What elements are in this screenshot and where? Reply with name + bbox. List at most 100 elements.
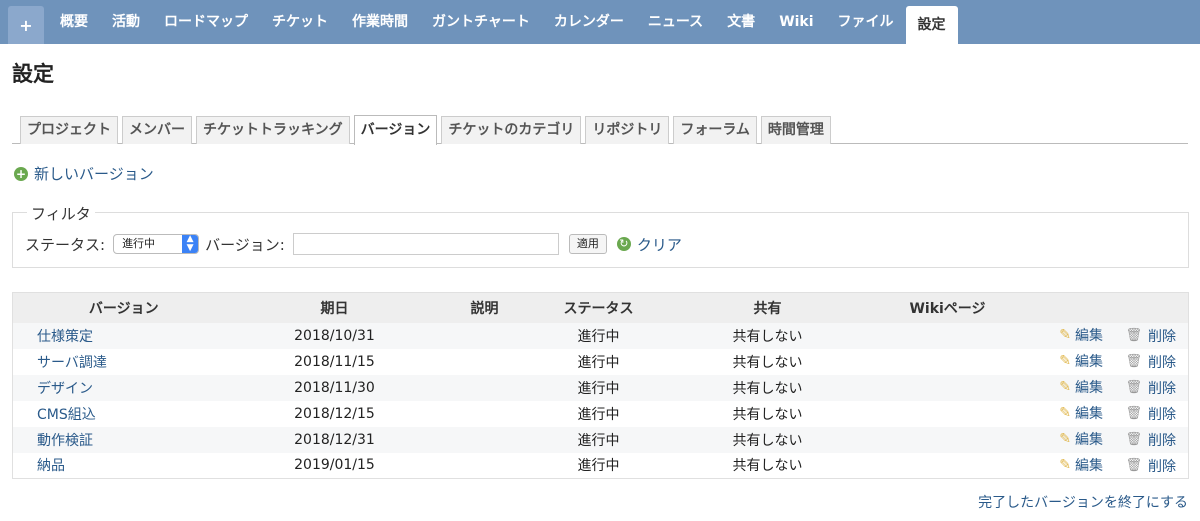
version-link[interactable]: 仕様策定 (12, 322, 235, 349)
version-link[interactable]: サーバ調達 (12, 348, 235, 375)
row-actions: ✎ 編集 🗑 削除 (1022, 400, 1189, 427)
tab-forums[interactable]: フォーラム (673, 116, 757, 144)
nav-documents[interactable]: 文書 (715, 6, 767, 38)
status-select[interactable]: 進行中 ▲ ▼ (113, 234, 200, 254)
description (434, 348, 535, 375)
tab-time-tracking[interactable]: 時間管理 (760, 116, 831, 144)
edit-label: 編集 (1075, 406, 1104, 423)
wiki-page (872, 374, 1023, 401)
version-link[interactable]: 動作検証 (12, 426, 235, 453)
table-header-row: バージョン 期日 説明 ステータス 共有 Wikiページ (12, 292, 1189, 323)
wiki-page (872, 400, 1023, 427)
nav-files[interactable]: ファイル (826, 6, 906, 38)
delete-link[interactable]: 🗑 削除 (1125, 352, 1176, 372)
close-completed-versions-link[interactable]: 完了したバージョンを終了にする (978, 492, 1188, 512)
nav-calendar[interactable]: カレンダー (542, 6, 636, 38)
col-sharing: 共有 (662, 292, 873, 323)
tab-issue-categories[interactable]: チケットのカテゴリ (441, 116, 582, 144)
nav-settings[interactable]: 設定 (905, 6, 958, 44)
col-version: バージョン (12, 292, 235, 323)
trash-icon: 🗑 (1125, 354, 1142, 370)
settings-tabs: プロジェクト メンバー チケットトラッキング バージョン チケットのカテゴリ リ… (12, 114, 1188, 145)
edit-link[interactable]: ✎ 編集 (1059, 377, 1103, 397)
tab-repositories[interactable]: リポジトリ (585, 116, 670, 144)
sharing: 共有しない (662, 322, 873, 349)
nav-wiki[interactable]: Wiki (767, 6, 825, 38)
table-row: デザイン 2018/11/30 進行中 共有しない ✎ 編集 🗑 削除 (12, 374, 1189, 401)
versions-table: バージョン 期日 説明 ステータス 共有 Wikiページ 仕様策定 2018/1… (12, 292, 1189, 479)
clear-label: クリア (636, 235, 682, 254)
top-nav: + 概要 活動 ロードマップ チケット 作業時間 ガントチャート カレンダー ニ… (0, 0, 1200, 44)
new-object-button[interactable]: + (8, 6, 44, 44)
status: 進行中 (534, 348, 663, 375)
edit-label: 編集 (1075, 380, 1104, 397)
due-date: 2018/12/15 (234, 400, 435, 427)
tab-issue-tracking[interactable]: チケットトラッキング (196, 116, 350, 144)
wiki-page (872, 452, 1023, 479)
table-row: 動作検証 2018/12/31 進行中 共有しない ✎ 編集 🗑 削除 (12, 426, 1189, 453)
version-link[interactable]: 納品 (12, 452, 235, 479)
row-actions: ✎ 編集 🗑 削除 (1022, 348, 1189, 375)
edit-label: 編集 (1075, 354, 1104, 371)
nav-overview[interactable]: 概要 (48, 6, 100, 38)
trash-icon: 🗑 (1125, 328, 1142, 344)
delete-label: 削除 (1148, 432, 1176, 449)
edit-link[interactable]: ✎ 編集 (1059, 351, 1103, 371)
edit-label: 編集 (1075, 432, 1104, 449)
trash-icon: 🗑 (1125, 432, 1142, 448)
row-actions: ✎ 編集 🗑 削除 (1022, 322, 1189, 349)
delete-link[interactable]: 🗑 削除 (1125, 430, 1176, 450)
tab-members[interactable]: メンバー (122, 116, 192, 144)
version-filter-input[interactable] (292, 233, 559, 255)
nav-news[interactable]: ニュース (636, 6, 715, 38)
due-date: 2019/01/15 (234, 452, 435, 479)
status-select-value: 進行中 (122, 237, 156, 250)
col-wiki-page: Wikiページ (872, 292, 1023, 323)
new-version-label: 新しいバージョン (34, 165, 154, 183)
wiki-page (872, 348, 1023, 375)
nav-roadmap[interactable]: ロードマップ (152, 6, 260, 38)
delete-label: 削除 (1148, 458, 1176, 475)
delete-link[interactable]: 🗑 削除 (1125, 378, 1176, 398)
version-label: バージョン: (205, 235, 285, 254)
nav-time-entries[interactable]: 作業時間 (340, 6, 420, 38)
trash-icon: 🗑 (1125, 380, 1142, 396)
col-due-date: 期日 (234, 292, 435, 323)
clear-link[interactable]: ↻ クリア (616, 234, 682, 255)
delete-label: 削除 (1148, 354, 1176, 371)
filter-legend: フィルタ (27, 203, 95, 224)
nav-gantt[interactable]: ガントチャート (420, 6, 542, 38)
version-link[interactable]: CMS組込 (12, 400, 235, 427)
status: 進行中 (534, 400, 663, 427)
delete-link[interactable]: 🗑 削除 (1125, 404, 1176, 424)
apply-button[interactable]: 適用 (568, 234, 607, 254)
new-version-link[interactable]: + 新しいバージョン (14, 163, 154, 184)
pencil-icon: ✎ (1059, 379, 1072, 396)
wiki-page (872, 322, 1023, 349)
filter-fieldset: フィルタ ステータス: 進行中 ▲ ▼ バージョン: 適用 ↻ クリア (12, 203, 1189, 268)
tab-project[interactable]: プロジェクト (20, 116, 118, 144)
col-status: ステータス (534, 292, 663, 323)
status: 進行中 (534, 452, 663, 479)
trash-icon: 🗑 (1125, 406, 1142, 422)
nav-issues[interactable]: チケット (260, 6, 340, 38)
nav-activity[interactable]: 活動 (100, 6, 152, 38)
filter-row: ステータス: 進行中 ▲ ▼ バージョン: 適用 ↻ クリア (25, 233, 682, 255)
edit-label: 編集 (1075, 458, 1104, 474)
table-row: サーバ調達 2018/11/15 進行中 共有しない ✎ 編集 🗑 削除 (12, 348, 1189, 375)
delete-link[interactable]: 🗑 削除 (1125, 456, 1176, 476)
edit-link[interactable]: ✎ 編集 (1059, 455, 1103, 475)
tab-versions[interactable]: バージョン (353, 115, 438, 145)
pencil-icon: ✎ (1059, 353, 1072, 370)
select-arrows-icon: ▲ ▼ (182, 235, 199, 253)
status-label: ステータス: (25, 235, 106, 254)
sharing: 共有しない (662, 400, 873, 427)
due-date: 2018/11/15 (234, 348, 435, 375)
edit-link[interactable]: ✎ 編集 (1059, 429, 1103, 449)
version-link[interactable]: デザイン (12, 374, 235, 401)
page-title: 設定 (12, 62, 54, 86)
description (434, 322, 535, 349)
delete-link[interactable]: 🗑 削除 (1125, 326, 1176, 346)
edit-link[interactable]: ✎ 編集 (1059, 403, 1103, 423)
edit-link[interactable]: ✎ 編集 (1059, 325, 1103, 345)
